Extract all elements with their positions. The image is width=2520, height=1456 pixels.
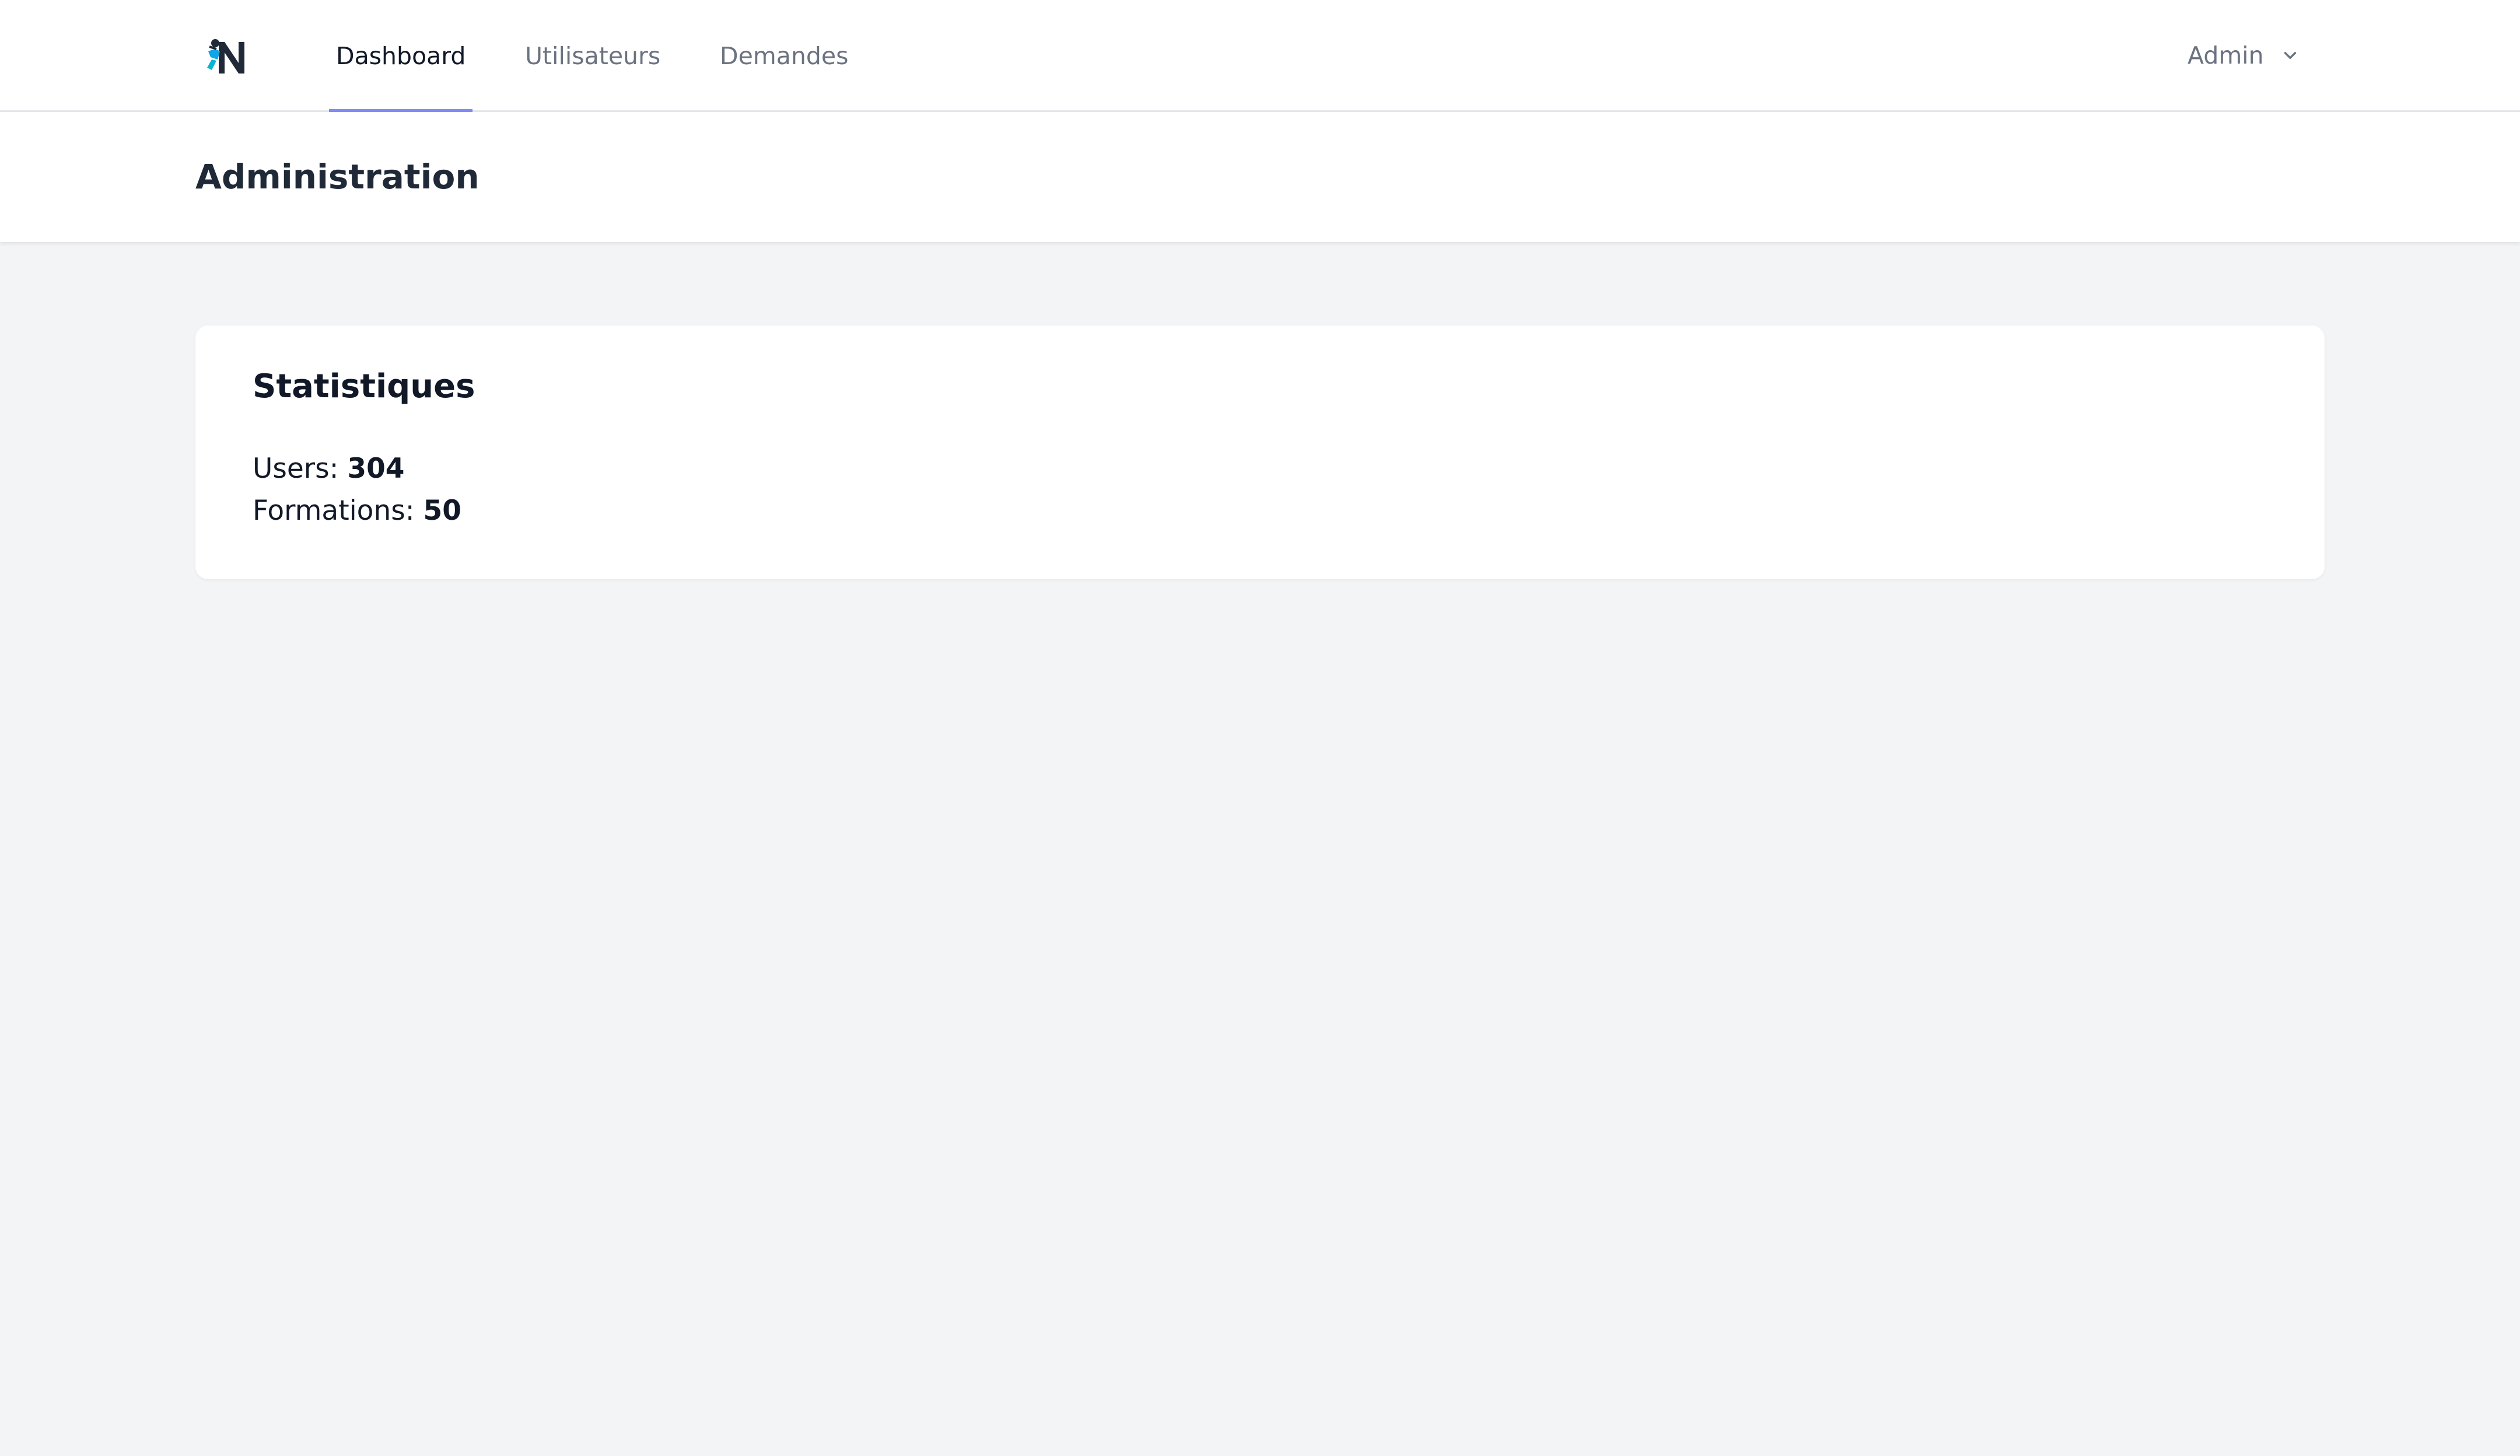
nav-link-utilisateurs[interactable]: Utilisateurs <box>525 0 660 112</box>
stat-users: Users: 304 <box>253 453 405 485</box>
stat-users-label: Users: <box>253 453 339 485</box>
page-header: Administration <box>0 112 2520 242</box>
stat-formations: Formations: 50 <box>253 495 461 527</box>
statistics-title: Statistiques <box>253 368 475 405</box>
app-logo[interactable] <box>204 34 250 80</box>
page-title: Administration <box>195 157 480 197</box>
stat-formations-label: Formations: <box>253 495 415 527</box>
stat-formations-value: 50 <box>423 495 461 527</box>
chevron-down-icon <box>2280 46 2300 65</box>
user-menu-dropdown[interactable]: Admin <box>2188 0 2300 111</box>
nav-link-demandes[interactable]: Demandes <box>720 0 848 112</box>
nav-link-dashboard[interactable]: Dashboard <box>328 0 473 114</box>
stat-users-value: 304 <box>347 453 405 485</box>
statistics-card: Statistiques Users: 304 Formations: 50 <box>195 326 2325 579</box>
top-navigation: Dashboard Utilisateurs Demandes Admin <box>0 0 2520 114</box>
user-menu-label: Admin <box>2188 41 2264 69</box>
logo-mark-icon <box>207 39 244 74</box>
